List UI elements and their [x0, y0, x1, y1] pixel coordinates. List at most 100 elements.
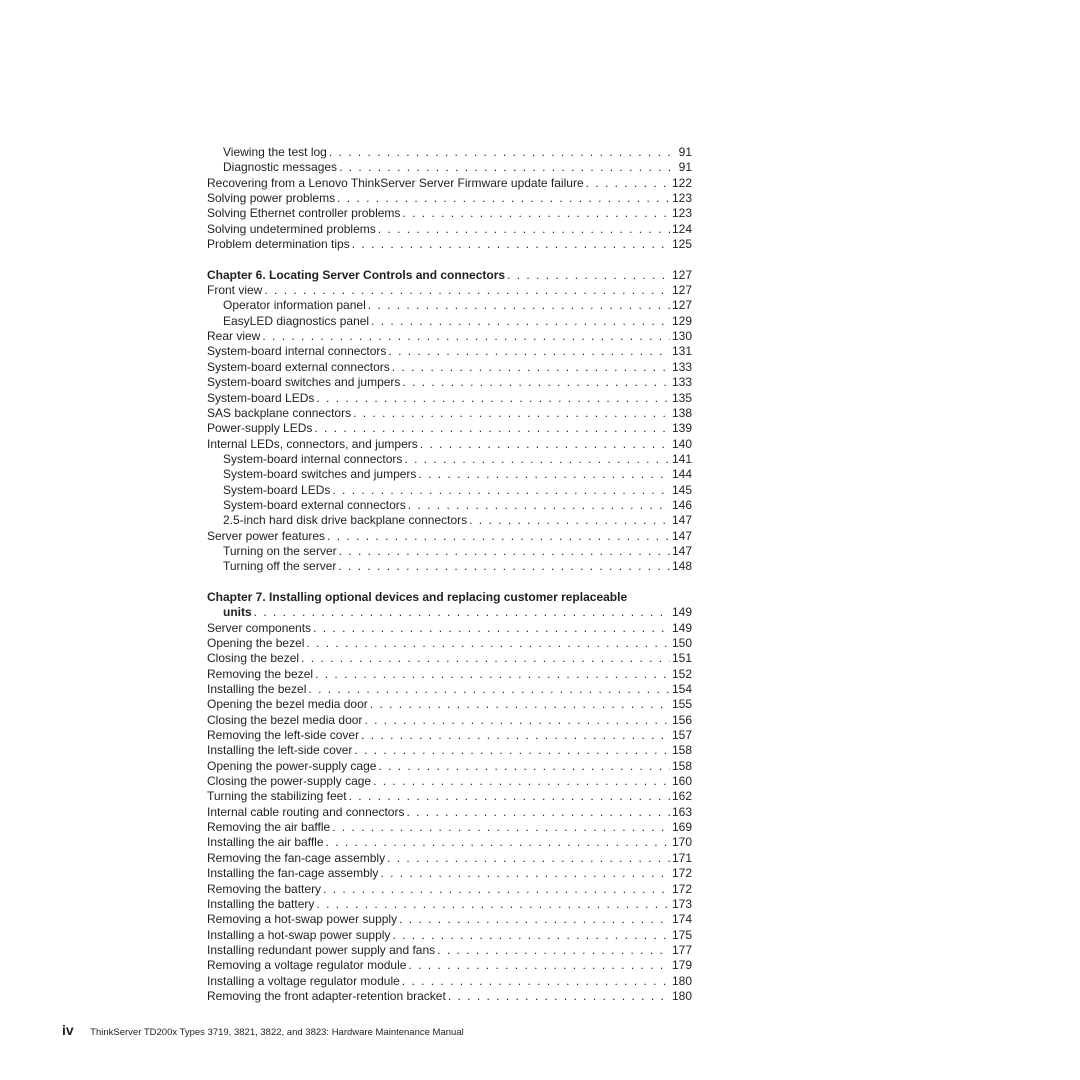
- toc-entry[interactable]: Internal LEDs, connectors, and jumpers 14…: [207, 436, 692, 452]
- toc-entry[interactable]: Rear view 130: [207, 329, 692, 345]
- toc-entry[interactable]: Server components 149: [207, 620, 692, 636]
- entry-title: Removing a voltage regulator module: [207, 958, 409, 974]
- toc-entry[interactable]: Installing the fan-cage assembly 172: [207, 866, 692, 882]
- toc-chapter-6[interactable]: Chapter 6. Locating Server Controls and …: [207, 267, 692, 284]
- entry-page: 157: [669, 728, 692, 744]
- dot-leader: [378, 222, 670, 237]
- toc-entry[interactable]: Diagnostic messages 91: [207, 160, 692, 176]
- dot-leader: [339, 160, 677, 175]
- dot-leader: [316, 897, 670, 912]
- dot-leader: [361, 728, 670, 743]
- toc-entry[interactable]: Removing the fan-cage assembly 171: [207, 850, 692, 867]
- chapter-page: 127: [669, 267, 692, 284]
- toc-entry[interactable]: System-board switches and jumpers 133: [207, 375, 692, 391]
- dot-leader: [323, 882, 670, 897]
- entry-page: 172: [669, 866, 692, 882]
- toc-entry[interactable]: Installing a hot-swap power supply 175: [207, 927, 692, 943]
- dot-leader: [448, 989, 670, 1004]
- toc-entry[interactable]: Solving undetermined problems 124: [207, 221, 692, 238]
- toc-entry[interactable]: Removing the bezel 152: [207, 666, 692, 683]
- entry-title: System-board external connectors: [223, 497, 408, 514]
- toc-entry[interactable]: Server power features 147: [207, 528, 692, 544]
- toc-entry[interactable]: Power-supply LEDs 139: [207, 421, 692, 437]
- toc-entry[interactable]: Installing the air baffle 170: [207, 835, 692, 851]
- entry-page: 122: [669, 175, 692, 192]
- toc-entry[interactable]: System-board LEDs 135: [207, 390, 692, 406]
- dot-leader: [332, 483, 670, 498]
- dot-leader: [326, 835, 670, 850]
- toc-entry[interactable]: Removing the front adapter-retention bra…: [207, 988, 692, 1005]
- toc-entry[interactable]: System-board external connectors 146: [207, 497, 692, 514]
- entry-title: Closing the bezel media door: [207, 712, 365, 729]
- entry-title: Installing the fan-cage assembly: [207, 866, 381, 882]
- entry-page: 174: [669, 912, 692, 928]
- toc-entry[interactable]: Installing the battery 173: [207, 896, 692, 913]
- entry-title: 2.5-inch hard disk drive backplane conne…: [223, 513, 470, 529]
- toc-entry[interactable]: System-board internal connectors 141: [207, 451, 692, 468]
- entry-page: 172: [669, 881, 692, 897]
- entry-title: Installing the bezel: [207, 682, 309, 698]
- toc-entry[interactable]: System-board switches and jumpers 144: [207, 467, 692, 483]
- toc-entry[interactable]: 2.5-inch hard disk drive backplane conne…: [207, 513, 692, 529]
- toc-entry[interactable]: Opening the power-supply cage 158: [207, 758, 692, 775]
- toc-entry[interactable]: Recovering from a Lenovo ThinkServer Ser…: [207, 175, 692, 192]
- toc-entry[interactable]: Closing the bezel media door 156: [207, 712, 692, 729]
- toc-entry[interactable]: Closing the power-supply cage 160: [207, 774, 692, 790]
- toc-entry[interactable]: Problem determination tips 125: [207, 237, 692, 253]
- dot-leader: [301, 651, 670, 666]
- toc-entry[interactable]: Installing the bezel 154: [207, 682, 692, 698]
- toc-entry[interactable]: Removing a voltage regulator module 179: [207, 958, 692, 974]
- entry-page: 169: [669, 820, 692, 836]
- toc-entry[interactable]: Installing redundant power supply and fa…: [207, 942, 692, 959]
- dot-leader: [437, 943, 670, 958]
- entry-page: 124: [669, 221, 692, 238]
- entry-page: 129: [669, 313, 692, 330]
- entry-page: 152: [669, 666, 692, 683]
- toc-entry[interactable]: Turning on the server 147: [207, 543, 692, 560]
- toc-entry[interactable]: Removing a hot-swap power supply 174: [207, 912, 692, 928]
- toc-entry[interactable]: Turning off the server 148: [207, 559, 692, 575]
- entry-title: Installing a voltage regulator module: [207, 973, 402, 989]
- toc-entry[interactable]: EasyLED diagnostics panel 129: [207, 313, 692, 330]
- dot-leader: [262, 329, 670, 344]
- toc-chapter-7-line2[interactable]: units 149: [207, 605, 692, 621]
- entry-title: Problem determination tips: [207, 237, 352, 253]
- dot-leader: [316, 391, 670, 406]
- toc-entry[interactable]: SAS backplane connectors 138: [207, 405, 692, 422]
- toc-entry[interactable]: Removing the air baffle 169: [207, 820, 692, 836]
- entry-title: System-board LEDs: [223, 482, 333, 498]
- toc-chapter-7-line1[interactable]: Chapter 7. Installing optional devices a…: [207, 590, 692, 605]
- toc-entry[interactable]: Viewing the test log 91: [207, 145, 692, 161]
- toc-entry[interactable]: Installing the left-side cover 158: [207, 743, 692, 759]
- toc-entry[interactable]: Internal cable routing and connectors 163: [207, 804, 692, 821]
- toc-entry[interactable]: Closing the bezel 151: [207, 651, 692, 667]
- entry-page: 130: [669, 329, 692, 345]
- toc-entry[interactable]: System-board external connectors 133: [207, 359, 692, 376]
- toc-entry[interactable]: Installing a voltage regulator module 180: [207, 973, 692, 989]
- toc-entry[interactable]: System-board LEDs 145: [207, 482, 692, 498]
- toc-entry[interactable]: Solving Ethernet controller problems 123: [207, 206, 692, 222]
- entry-page: 146: [669, 497, 692, 514]
- toc-entry[interactable]: Opening the bezel media door 155: [207, 697, 692, 713]
- toc-entry[interactable]: Front view 127: [207, 283, 692, 299]
- toc-entry[interactable]: Solving power problems 123: [207, 191, 692, 207]
- dot-leader: [329, 145, 677, 160]
- toc-group-2: Front view 127 Operator information panel 1…: [207, 283, 692, 575]
- toc-entry[interactable]: Operator information panel 127: [207, 298, 692, 314]
- entry-page: 131: [669, 344, 692, 360]
- toc-entry[interactable]: System-board internal connectors 131: [207, 344, 692, 360]
- entry-title: Removing the front adapter-retention bra…: [207, 988, 448, 1005]
- entry-title: Diagnostic messages: [223, 160, 340, 176]
- entry-page: 179: [669, 958, 692, 974]
- entry-title: Viewing the test log: [223, 145, 329, 161]
- entry-page: 135: [669, 390, 692, 406]
- entry-title: SAS backplane connectors: [207, 405, 354, 422]
- toc-entry[interactable]: Removing the battery 172: [207, 881, 692, 897]
- toc-entry[interactable]: Removing the left-side cover 157: [207, 728, 692, 744]
- entry-page: 133: [669, 359, 692, 376]
- toc-entry[interactable]: Opening the bezel 150: [207, 636, 692, 652]
- toc-entry[interactable]: Turning the stabilizing feet 162: [207, 789, 692, 805]
- entry-page: 123: [669, 191, 692, 207]
- dot-leader: [354, 743, 670, 758]
- entry-title: Installing the battery: [207, 896, 317, 913]
